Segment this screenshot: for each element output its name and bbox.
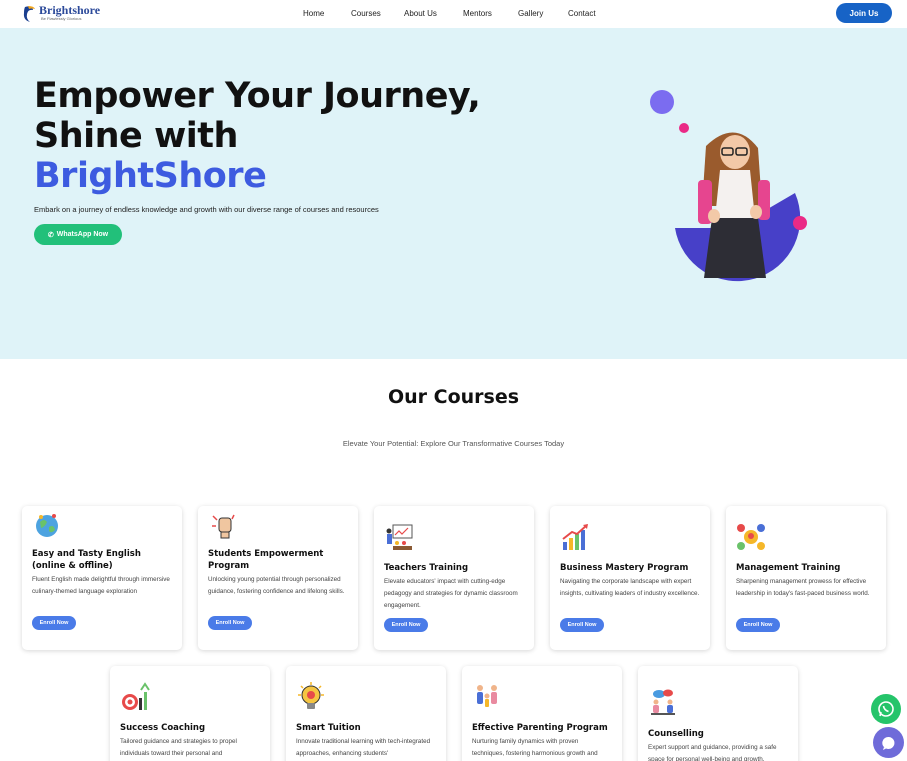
- whatsapp-now-button[interactable]: ✆ WhatsApp Now: [34, 224, 122, 245]
- enroll-now-button[interactable]: Enroll Now: [560, 618, 604, 632]
- course-card-management-training[interactable]: Management Training Sharpening managemen…: [726, 506, 886, 650]
- site-header: Brightshore Be Flawlessly Glorious Home …: [0, 0, 907, 28]
- course-title: Teachers Training: [384, 563, 469, 573]
- whatsapp-icon: [878, 701, 894, 717]
- logo-name: Brightshore: [39, 3, 101, 17]
- course-card-easy-tasty-english[interactable]: Easy and Tasty English (online & offline…: [22, 506, 182, 650]
- hero-title-line2: Shine with: [34, 116, 238, 156]
- enroll-now-button[interactable]: Enroll Now: [208, 616, 252, 630]
- enroll-now-button[interactable]: Enroll Now: [736, 618, 780, 632]
- raised-fist-icon: [208, 510, 238, 540]
- growth-chart-icon: [560, 522, 590, 552]
- course-description: Unlocking young potential through person…: [208, 576, 345, 595]
- course-description: Fluent English made delightful through i…: [32, 576, 170, 595]
- globe-icon: [32, 510, 62, 540]
- enroll-now-button[interactable]: Enroll Now: [384, 618, 428, 632]
- nav-courses[interactable]: Courses: [351, 9, 381, 18]
- hero-subtitle: Embark on a journey of endless knowledge…: [34, 205, 379, 214]
- course-card-counselling[interactable]: Counselling Expert support and guidance,…: [638, 666, 798, 761]
- hero-section: Empower Your Journey, Shine with BrightS…: [0, 28, 907, 359]
- lightbulb-icon: [296, 682, 326, 712]
- courses-section-title: Our Courses: [387, 386, 520, 408]
- course-title: Business Mastery Program: [560, 563, 689, 573]
- course-description: Sharpening management prowess for effect…: [736, 578, 870, 597]
- course-description: Innovate traditional learning with tech-…: [296, 738, 431, 757]
- course-title: Easy and Tasty English (online & offline…: [32, 549, 141, 571]
- nav-home[interactable]: Home: [303, 9, 324, 18]
- courses-section-subtitle: Elevate Your Potential: Explore Our Tran…: [342, 439, 565, 448]
- target-icon: [120, 682, 150, 712]
- whatsapp-now-label: WhatsApp Now: [56, 231, 109, 238]
- nav-contact[interactable]: Contact: [568, 9, 596, 18]
- course-title: Management Training: [736, 563, 841, 573]
- course-title: Students Empowerment Program: [208, 549, 324, 571]
- whatsapp-icon: ✆: [47, 231, 54, 239]
- nav-about-us[interactable]: About Us: [404, 9, 437, 18]
- course-card-smart-tuition[interactable]: Smart Tuition Innovate traditional learn…: [286, 666, 446, 761]
- team-network-icon: [736, 522, 766, 552]
- course-description: Elevate educators' impact with cutting-e…: [384, 578, 518, 609]
- course-card-effective-parenting[interactable]: Effective Parenting Program Nurturing fa…: [462, 666, 622, 761]
- hero-title-brand: BrightShore: [34, 156, 267, 196]
- nav-gallery[interactable]: Gallery: [518, 9, 543, 18]
- enroll-now-button[interactable]: Enroll Now: [32, 616, 76, 630]
- join-us-button[interactable]: Join Us: [836, 3, 892, 23]
- course-title: Effective Parenting Program: [472, 723, 608, 733]
- course-description: Nurturing family dynamics with proven te…: [472, 738, 598, 757]
- course-description: Expert support and guidance, providing a…: [648, 744, 777, 761]
- brand-logo[interactable]: Brightshore Be Flawlessly Glorious: [22, 3, 101, 23]
- counselling-icon: [648, 688, 678, 718]
- course-card-students-empowerment[interactable]: Students Empowerment Program Unlocking y…: [198, 506, 358, 650]
- course-card-business-mastery[interactable]: Business Mastery Program Navigating the …: [550, 506, 710, 650]
- course-description: Tailored guidance and strategies to prop…: [120, 738, 237, 757]
- hero-title: Empower Your Journey, Shine with BrightS…: [34, 76, 481, 196]
- course-card-teachers-training[interactable]: Teachers Training Elevate educators' imp…: [374, 506, 534, 650]
- hero-title-line1: Empower Your Journey,: [34, 76, 481, 116]
- family-icon: [472, 682, 502, 712]
- floating-chat-button[interactable]: [873, 727, 904, 758]
- chat-bubble-icon: [881, 736, 894, 750]
- course-title: Counselling: [648, 729, 704, 739]
- course-title: Smart Tuition: [296, 723, 361, 733]
- course-description: Navigating the corporate landscape with …: [560, 578, 700, 597]
- course-card-success-coaching[interactable]: Success Coaching Tailored guidance and s…: [110, 666, 270, 761]
- hero-student-illustration: [640, 88, 820, 298]
- floating-whatsapp-button[interactable]: [871, 694, 901, 724]
- course-title: Success Coaching: [120, 723, 206, 733]
- classroom-icon: [384, 522, 414, 552]
- logo-mark-icon: [22, 5, 36, 23]
- nav-mentors[interactable]: Mentors: [463, 9, 492, 18]
